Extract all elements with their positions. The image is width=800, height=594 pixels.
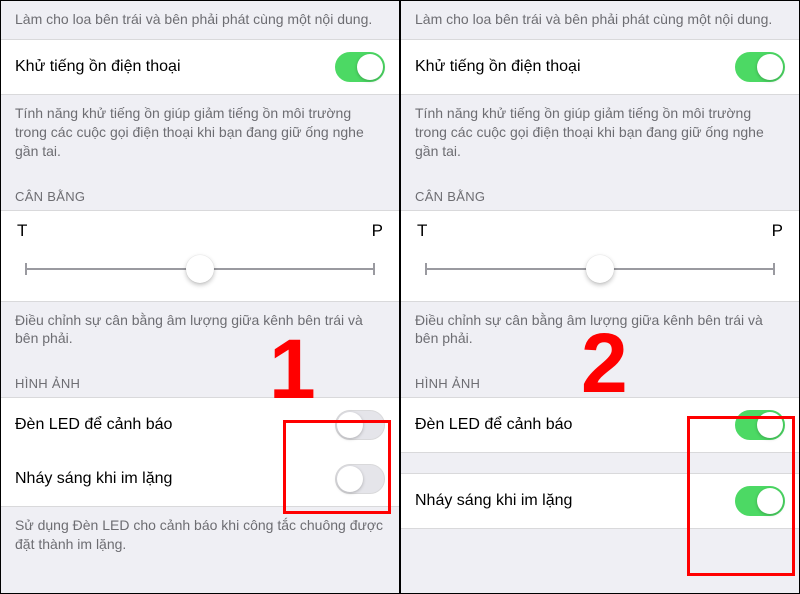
led-alert-row: Đèn LED để cảnh báo	[1, 397, 399, 453]
visual-header: HÌNH ẢNH	[401, 358, 799, 397]
balance-right-label: P	[772, 221, 783, 241]
flash-silent-label: Nháy sáng khi im lặng	[15, 469, 335, 489]
balance-left-label: T	[417, 221, 427, 241]
visual-header: HÌNH ẢNH	[1, 358, 399, 397]
noise-cancel-label: Khử tiếng ồn điện thoại	[415, 57, 735, 77]
flash-silent-toggle[interactable]	[735, 486, 785, 516]
balance-slider-thumb[interactable]	[586, 255, 614, 283]
noise-cancel-footer: Tính năng khử tiếng ồn giúp giảm tiếng ồ…	[1, 95, 399, 171]
balance-footer: Điều chỉnh sự cân bằng âm lượng giữa kên…	[401, 302, 799, 359]
noise-cancel-toggle[interactable]	[335, 52, 385, 82]
mono-audio-footer: Làm cho loa bên trái và bên phải phát cù…	[1, 1, 399, 39]
balance-header: CÂN BẰNG	[1, 171, 399, 210]
balance-slider[interactable]	[415, 255, 785, 283]
noise-cancel-row: Khử tiếng ồn điện thoại	[1, 39, 399, 95]
balance-slider-thumb[interactable]	[186, 255, 214, 283]
balance-right-label: P	[372, 221, 383, 241]
noise-cancel-footer: Tính năng khử tiếng ồn giúp giảm tiếng ồ…	[401, 95, 799, 171]
panel-right: Làm cho loa bên trái và bên phải phát cù…	[400, 0, 800, 594]
led-alert-row: Đèn LED để cảnh báo	[401, 397, 799, 453]
flash-silent-label: Nháy sáng khi im lặng	[415, 491, 735, 511]
led-alert-toggle[interactable]	[735, 410, 785, 440]
balance-slider[interactable]	[15, 255, 385, 283]
balance-header: CÂN BẰNG	[401, 171, 799, 210]
noise-cancel-toggle[interactable]	[735, 52, 785, 82]
flash-silent-row: Nháy sáng khi im lặng	[401, 473, 799, 529]
led-alert-label: Đèn LED để cảnh báo	[415, 415, 735, 435]
led-alert-toggle[interactable]	[335, 410, 385, 440]
balance-slider-box: T P	[401, 210, 799, 302]
mono-audio-footer: Làm cho loa bên trái và bên phải phát cù…	[401, 1, 799, 39]
flash-silent-toggle[interactable]	[335, 464, 385, 494]
led-alert-footer: Sử dụng Đèn LED cho cảnh báo khi công tắ…	[1, 507, 399, 564]
balance-left-label: T	[17, 221, 27, 241]
led-alert-label: Đèn LED để cảnh báo	[15, 415, 335, 435]
panel-left: Làm cho loa bên trái và bên phải phát cù…	[0, 0, 400, 594]
balance-slider-box: T P	[1, 210, 399, 302]
balance-footer: Điều chỉnh sự cân bằng âm lượng giữa kên…	[1, 302, 399, 359]
noise-cancel-row: Khử tiếng ồn điện thoại	[401, 39, 799, 95]
flash-silent-row: Nháy sáng khi im lặng	[1, 452, 399, 507]
noise-cancel-label: Khử tiếng ồn điện thoại	[15, 57, 335, 77]
